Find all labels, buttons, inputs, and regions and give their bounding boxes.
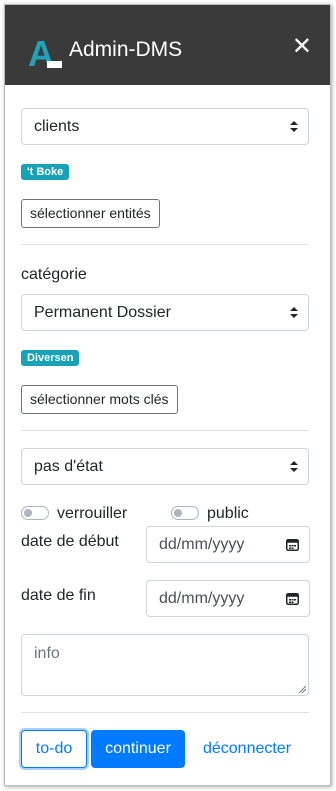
info-textarea[interactable]: info: [21, 634, 309, 696]
select-keywords-button[interactable]: sélectionner mots clés: [21, 385, 178, 414]
lock-toggle[interactable]: [21, 506, 49, 520]
start-date-label: date de début: [21, 533, 119, 550]
state-select-value: pas d'état: [34, 458, 103, 475]
end-date-input[interactable]: dd/mm/yyyy: [146, 580, 310, 617]
calendar-icon[interactable]: [286, 592, 299, 605]
lock-label: verrouiller: [57, 505, 128, 522]
end-date-label: date de fin: [21, 587, 96, 604]
divider: [21, 430, 309, 431]
disconnect-link[interactable]: déconnecter: [197, 730, 297, 768]
end-date-placeholder: dd/mm/yyyy: [159, 590, 245, 607]
select-arrows-icon: [290, 109, 298, 144]
app-title: Admin-DMS: [69, 38, 183, 61]
start-date-input[interactable]: dd/mm/yyyy: [146, 526, 310, 563]
select-arrows-icon: [290, 295, 298, 330]
category-select[interactable]: Permanent Dossier: [21, 294, 309, 331]
resize-grip-icon[interactable]: [298, 685, 306, 693]
state-select[interactable]: pas d'état: [21, 448, 309, 485]
select-arrows-icon: [290, 449, 298, 484]
divider: [21, 244, 309, 245]
public-toggle[interactable]: [171, 506, 199, 520]
divider: [21, 712, 309, 713]
todo-button[interactable]: to-do: [21, 730, 87, 768]
header: A Admin-DMS ✕: [5, 5, 330, 85]
info-placeholder: info: [34, 645, 60, 662]
app-window: A Admin-DMS ✕ clients 't Boke sélectionn…: [4, 4, 331, 786]
close-icon[interactable]: ✕: [292, 35, 312, 59]
continue-button[interactable]: continuer: [91, 730, 185, 768]
keyword-badge[interactable]: Diversen: [21, 350, 80, 366]
calendar-icon[interactable]: [286, 538, 299, 551]
app-logo: A: [28, 35, 62, 71]
entity-badge[interactable]: 't Boke: [21, 164, 70, 180]
client-select-value: clients: [34, 118, 80, 135]
lock-toggle-knob: [24, 509, 32, 517]
public-label: public: [207, 505, 249, 522]
category-select-value: Permanent Dossier: [34, 304, 171, 321]
start-date-placeholder: dd/mm/yyyy: [159, 536, 245, 553]
select-entities-button[interactable]: sélectionner entités: [21, 199, 160, 228]
public-toggle-knob: [174, 509, 182, 517]
category-label: catégorie: [21, 266, 87, 283]
client-select[interactable]: clients: [21, 108, 309, 145]
